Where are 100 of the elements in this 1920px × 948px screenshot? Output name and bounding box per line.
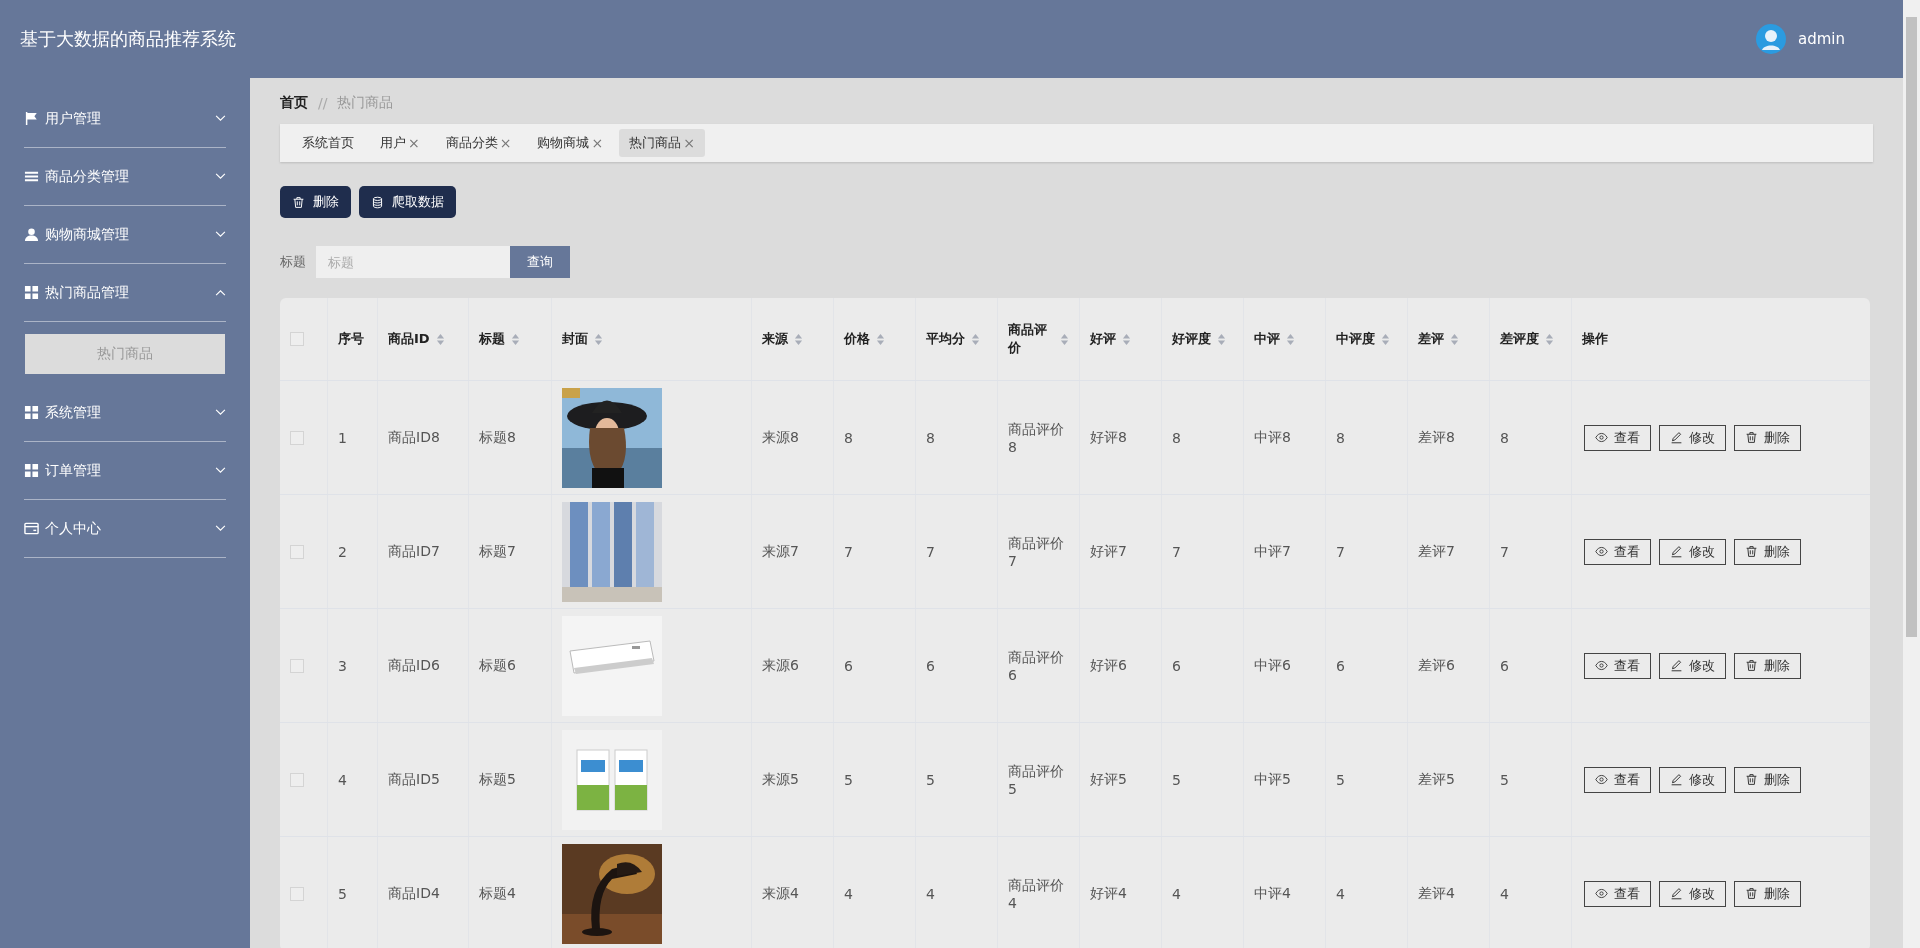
- sort-icon[interactable]: [1286, 332, 1295, 346]
- sort-icon[interactable]: [876, 332, 885, 346]
- column-header[interactable]: 来源: [762, 330, 803, 348]
- sort-icon[interactable]: [1060, 332, 1069, 346]
- table-cell: 6: [844, 657, 853, 674]
- menu-item[interactable]: 商品分类管理: [24, 148, 226, 206]
- sort-icon[interactable]: [1122, 332, 1131, 346]
- column-header[interactable]: 差评: [1418, 330, 1459, 348]
- tab[interactable]: 购物商城×: [527, 129, 614, 157]
- breadcrumb-item[interactable]: 首页: [280, 94, 308, 112]
- row-action-button[interactable]: 修改: [1659, 880, 1726, 907]
- sort-icon[interactable]: [971, 332, 980, 346]
- menu-item[interactable]: 个人中心: [24, 500, 226, 558]
- toolbar-button[interactable]: 删除: [280, 186, 351, 218]
- table-cell: 5: [338, 885, 347, 902]
- table-cell: 2: [338, 543, 347, 560]
- breadcrumb-separator: //: [318, 95, 328, 111]
- search-field[interactable]: 标题: [316, 246, 510, 278]
- table-cell-text: 商品评价5: [1008, 762, 1065, 797]
- table-cell: 差评5: [1418, 770, 1455, 789]
- user-icon: [24, 227, 39, 242]
- sort-icon[interactable]: [794, 332, 803, 346]
- menu-item[interactable]: 订单管理: [24, 442, 226, 500]
- menu-item[interactable]: 用户管理: [24, 90, 226, 148]
- tab-label[interactable]: 购物商城: [537, 134, 590, 152]
- table-cell: 中评6: [1254, 656, 1291, 675]
- column-header[interactable]: 差评度: [1500, 330, 1554, 348]
- table-cell-text: 商品评价8: [1008, 420, 1065, 455]
- row-action-button[interactable]: 修改: [1659, 538, 1726, 565]
- column-header[interactable]: 标题: [479, 330, 520, 348]
- tab-label[interactable]: 商品分类: [445, 134, 498, 152]
- trash-icon: [1745, 659, 1758, 672]
- column-header[interactable]: 平均分: [926, 330, 980, 348]
- table-cell-text: 商品评价4: [1008, 876, 1065, 911]
- row-action-button[interactable]: 查看: [1584, 766, 1651, 793]
- wallet-icon: [24, 521, 39, 536]
- table-cell: 标题5: [479, 770, 516, 789]
- avatar-icon[interactable]: [1756, 24, 1786, 54]
- checkbox[interactable]: [290, 772, 304, 787]
- scrollbar[interactable]: [1903, 0, 1920, 948]
- row-action-button[interactable]: 查看: [1584, 652, 1651, 679]
- flag-icon: [24, 111, 39, 126]
- checkbox[interactable]: [290, 658, 304, 673]
- table-cell: 来源8: [762, 428, 799, 447]
- checkbox[interactable]: [290, 886, 304, 901]
- tab[interactable]: 商品分类×: [435, 129, 522, 157]
- column-header[interactable]: 封面: [562, 330, 603, 348]
- table-cell: 8: [1172, 429, 1181, 446]
- table-cell: 4: [1500, 885, 1509, 902]
- tab[interactable]: 系统首页: [292, 129, 364, 157]
- close-icon[interactable]: ×: [591, 135, 604, 151]
- table-cell: 4: [926, 885, 935, 902]
- row-action-button[interactable]: 查看: [1584, 424, 1651, 451]
- tab[interactable]: 热门商品×: [619, 129, 705, 157]
- column-header[interactable]: 商品评价: [1008, 321, 1069, 357]
- row-action-button[interactable]: 删除: [1734, 652, 1801, 679]
- column-header[interactable]: 好评: [1090, 330, 1131, 348]
- sort-icon[interactable]: [594, 332, 603, 346]
- menu-item[interactable]: 购物商城管理: [24, 206, 226, 264]
- row-action-button[interactable]: 删除: [1734, 538, 1801, 565]
- row-action-button[interactable]: 修改: [1659, 652, 1726, 679]
- sort-icon[interactable]: [1450, 332, 1459, 346]
- menu-item[interactable]: 系统管理: [24, 384, 226, 442]
- row-action-button[interactable]: 查看: [1584, 538, 1651, 565]
- row-action-button[interactable]: 修改: [1659, 424, 1726, 451]
- sort-icon[interactable]: [1545, 332, 1554, 346]
- toolbar-button[interactable]: 爬取数据: [359, 186, 456, 218]
- sort-icon[interactable]: [1381, 332, 1390, 346]
- checkbox[interactable]: [290, 430, 304, 445]
- username[interactable]: admin: [1798, 30, 1845, 48]
- row-action-button[interactable]: 修改: [1659, 766, 1726, 793]
- column-header[interactable]: 中评度: [1336, 330, 1390, 348]
- column-header[interactable]: 中评: [1254, 330, 1295, 348]
- close-icon[interactable]: ×: [499, 135, 512, 151]
- row-action-button[interactable]: 删除: [1734, 880, 1801, 907]
- sort-icon[interactable]: [511, 332, 520, 346]
- column-header[interactable]: 好评度: [1172, 330, 1226, 348]
- checkbox[interactable]: [290, 332, 304, 346]
- search-label: 标题: [280, 253, 306, 271]
- tab[interactable]: 用户×: [370, 129, 430, 157]
- trash-icon: [1745, 773, 1758, 786]
- table-cell-text: 商品评价6: [1008, 648, 1065, 683]
- row-action-button[interactable]: 删除: [1734, 766, 1801, 793]
- row-action-button[interactable]: 删除: [1734, 424, 1801, 451]
- table-cell: 5: [1500, 771, 1509, 788]
- column-header[interactable]: 商品ID: [388, 330, 445, 348]
- tab-label[interactable]: 系统首页: [302, 134, 354, 152]
- chevron-down-icon: [215, 115, 226, 122]
- tab-label[interactable]: 用户: [380, 134, 406, 152]
- column-header[interactable]: 价格: [844, 330, 885, 348]
- chevron-down-icon: [215, 173, 226, 180]
- sort-icon[interactable]: [1217, 332, 1226, 346]
- sort-icon[interactable]: [435, 332, 445, 346]
- close-icon[interactable]: ×: [408, 135, 420, 151]
- tab-label[interactable]: 热门商品: [629, 134, 682, 152]
- checkbox[interactable]: [290, 544, 304, 559]
- query-button[interactable]: 查询: [510, 246, 570, 278]
- table-cell: 标题7: [479, 542, 516, 561]
- row-action-button[interactable]: 查看: [1584, 880, 1651, 907]
- menu-item[interactable]: 热门商品管理: [24, 264, 226, 322]
